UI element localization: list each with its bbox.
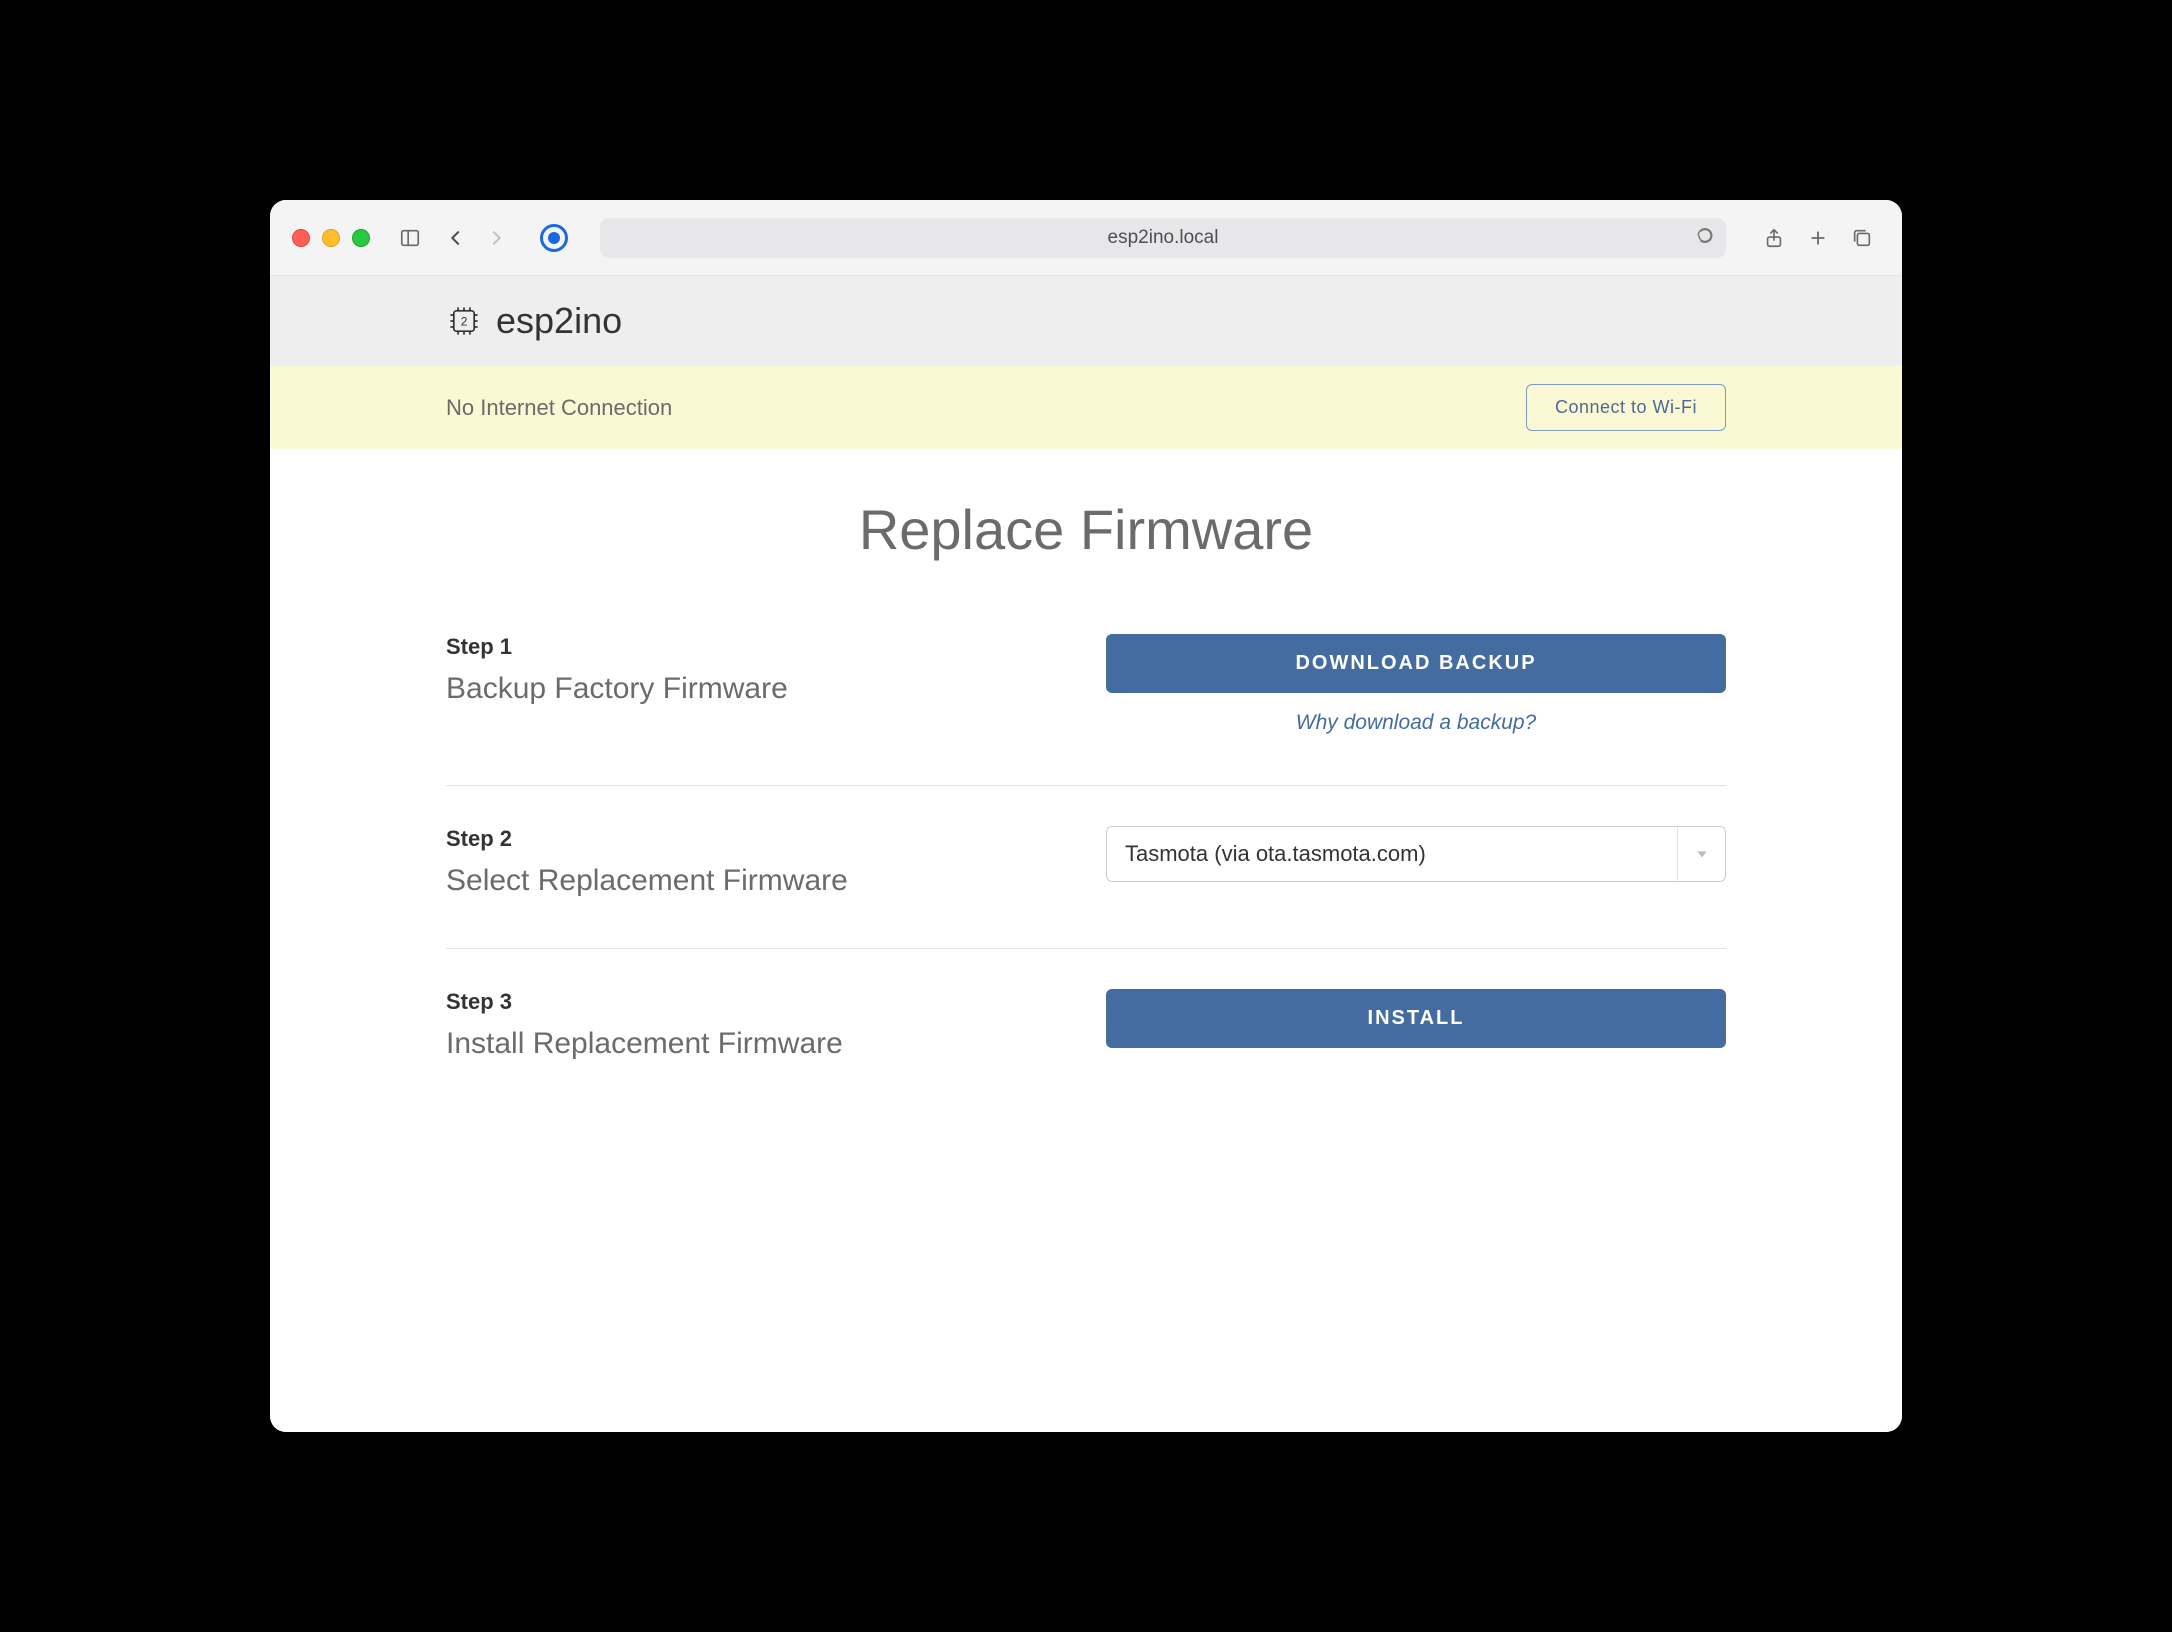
- share-button[interactable]: [1756, 220, 1792, 256]
- address-bar[interactable]: esp2ino.local: [600, 218, 1726, 258]
- onepassword-extension-icon[interactable]: [540, 224, 568, 252]
- forward-button[interactable]: [478, 220, 514, 256]
- page-header: 2 esp2ino: [270, 276, 1902, 366]
- main-content: Replace Firmware Step 1 Backup Factory F…: [270, 449, 1902, 1432]
- toolbar-right: [1756, 220, 1880, 256]
- install-button[interactable]: INSTALL: [1106, 989, 1726, 1048]
- sidebar-toggle-button[interactable]: [392, 220, 428, 256]
- close-window-button[interactable]: [292, 229, 310, 247]
- step-2: Step 2 Select Replacement Firmware Tasmo…: [446, 786, 1726, 949]
- window-controls: [292, 229, 370, 247]
- brand-logo: 2 esp2ino: [446, 300, 1726, 342]
- svg-text:2: 2: [461, 314, 468, 328]
- brand-name: esp2ino: [496, 300, 622, 342]
- step-number: Step 3: [446, 989, 1066, 1015]
- reload-button[interactable]: [1696, 226, 1714, 249]
- navigation-buttons: [438, 220, 514, 256]
- step-title: Install Replacement Firmware: [446, 1027, 1066, 1061]
- url-text: esp2ino.local: [1108, 227, 1219, 249]
- select-value: Tasmota (via ota.tasmota.com): [1125, 841, 1426, 867]
- step-title: Select Replacement Firmware: [446, 864, 1066, 898]
- connect-wifi-button[interactable]: Connect to Wi-Fi: [1526, 384, 1726, 431]
- step-number: Step 2: [446, 826, 1066, 852]
- notice-message: No Internet Connection: [446, 395, 672, 421]
- tabs-overview-button[interactable]: [1844, 220, 1880, 256]
- browser-chrome: esp2ino.local: [270, 200, 1902, 276]
- download-backup-button[interactable]: DOWNLOAD BACKUP: [1106, 634, 1726, 693]
- minimize-window-button[interactable]: [322, 229, 340, 247]
- chevron-down-icon: [1677, 827, 1725, 881]
- why-backup-link[interactable]: Why download a backup?: [1296, 711, 1537, 735]
- chip-icon: 2: [446, 303, 482, 339]
- page-title: Replace Firmware: [270, 497, 1902, 562]
- back-button[interactable]: [438, 220, 474, 256]
- step-1: Step 1 Backup Factory Firmware DOWNLOAD …: [446, 634, 1726, 786]
- new-tab-button[interactable]: [1800, 220, 1836, 256]
- maximize-window-button[interactable]: [352, 229, 370, 247]
- browser-window: esp2ino.local: [270, 200, 1902, 1432]
- step-title: Backup Factory Firmware: [446, 672, 1066, 706]
- step-number: Step 1: [446, 634, 1066, 660]
- firmware-select[interactable]: Tasmota (via ota.tasmota.com): [1106, 826, 1726, 882]
- connection-notice-bar: No Internet Connection Connect to Wi-Fi: [270, 366, 1902, 449]
- step-3: Step 3 Install Replacement Firmware INST…: [446, 949, 1726, 1061]
